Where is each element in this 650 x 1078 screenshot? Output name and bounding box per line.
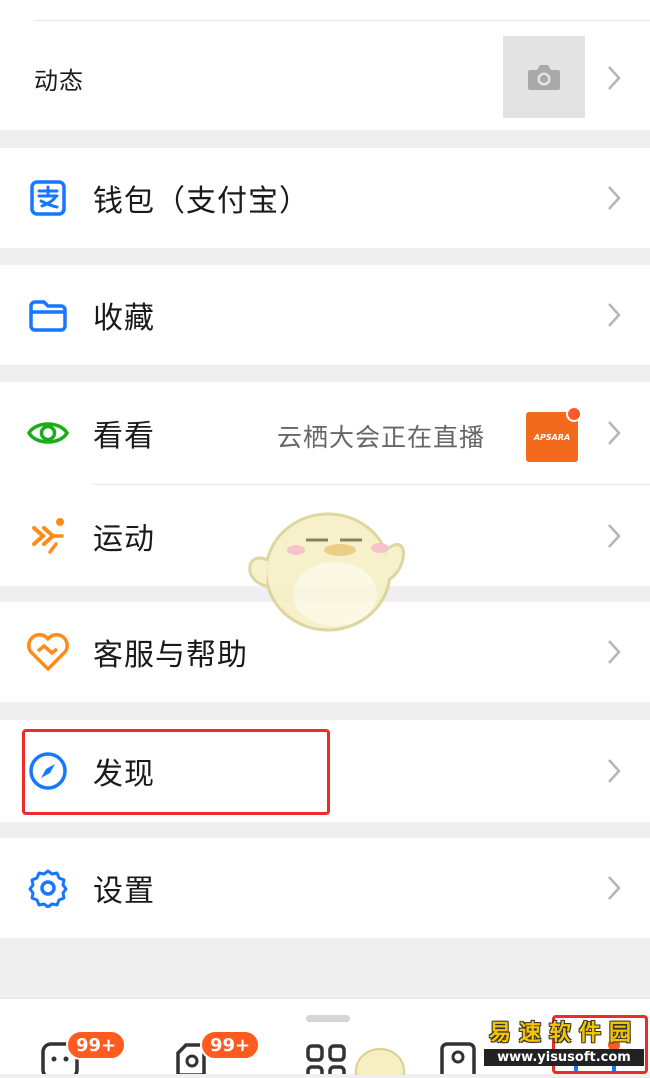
tab-messages[interactable]: 99+ xyxy=(40,1030,127,1078)
help-label: 客服与帮助 xyxy=(93,638,248,673)
chevron-right-icon xyxy=(608,759,621,783)
folder-icon xyxy=(26,293,70,337)
moments-label: 动态 xyxy=(34,66,84,95)
favorites-row[interactable]: 收藏 xyxy=(0,265,650,365)
sports-label: 运动 xyxy=(93,521,155,557)
watch-subtitle: 云栖大会正在直播 xyxy=(277,423,486,452)
contacts-badge: 99+ xyxy=(200,1030,261,1060)
tab-contacts-book[interactable] xyxy=(438,1041,478,1078)
wallet-row[interactable]: 钱包（支付宝） xyxy=(0,148,650,248)
chevron-right-icon xyxy=(608,640,621,664)
watermark: 易速软件园 www.yisusoft.com xyxy=(484,1015,644,1066)
settings-section: 设置 xyxy=(0,838,650,938)
chevron-right-icon xyxy=(608,876,621,900)
tab-apps[interactable] xyxy=(306,1043,348,1078)
discover-highlight-box xyxy=(22,729,330,815)
home-indicator xyxy=(306,1015,350,1022)
grid-apps-icon xyxy=(306,1044,346,1078)
eye-icon xyxy=(26,411,70,455)
moments-row[interactable]: 动态 xyxy=(0,28,650,128)
wallet-section: 钱包（支付宝） xyxy=(0,148,650,248)
tab-contacts[interactable]: 99+ xyxy=(172,1030,261,1077)
moments-thumbnail[interactable] xyxy=(503,36,585,118)
watch-row[interactable]: 看看 云栖大会正在直播 APSARA xyxy=(0,382,650,484)
alipay-icon xyxy=(26,176,70,220)
live-thumbnail[interactable]: APSARA xyxy=(526,406,582,462)
top-divider xyxy=(34,20,650,21)
watermark-brand: 易速软件园 xyxy=(488,1020,639,1046)
running-icon xyxy=(26,514,70,558)
chevron-right-icon xyxy=(608,303,621,327)
bottom-tab-bar: 99+ 99+ 易速软件园 www.yisusoft.com xyxy=(0,998,650,1078)
mascot-sticker xyxy=(248,512,405,632)
favorites-section: 收藏 xyxy=(0,265,650,365)
camera-icon xyxy=(528,65,560,90)
chevron-right-icon xyxy=(608,66,621,90)
settings-label: 设置 xyxy=(93,874,155,909)
watch-label: 看看 xyxy=(93,419,155,454)
moments-section: 动态 xyxy=(0,0,650,130)
live-dot xyxy=(566,406,582,422)
favorites-label: 收藏 xyxy=(93,301,155,336)
watermark-url: www.yisusoft.com xyxy=(484,1049,644,1066)
gear-icon xyxy=(26,866,70,910)
contact-book-icon xyxy=(440,1042,476,1078)
chevron-right-icon xyxy=(608,524,621,548)
mini-mascot-sticker xyxy=(355,1048,405,1075)
wallet-label: 钱包（支付宝） xyxy=(93,184,310,219)
thumbnail-text: APSARA xyxy=(533,432,571,442)
settings-row[interactable]: 设置 xyxy=(0,838,650,938)
messages-badge: 99+ xyxy=(66,1030,127,1060)
heart-service-icon xyxy=(26,630,70,674)
chevron-right-icon xyxy=(608,186,621,210)
chevron-right-icon xyxy=(608,421,621,445)
